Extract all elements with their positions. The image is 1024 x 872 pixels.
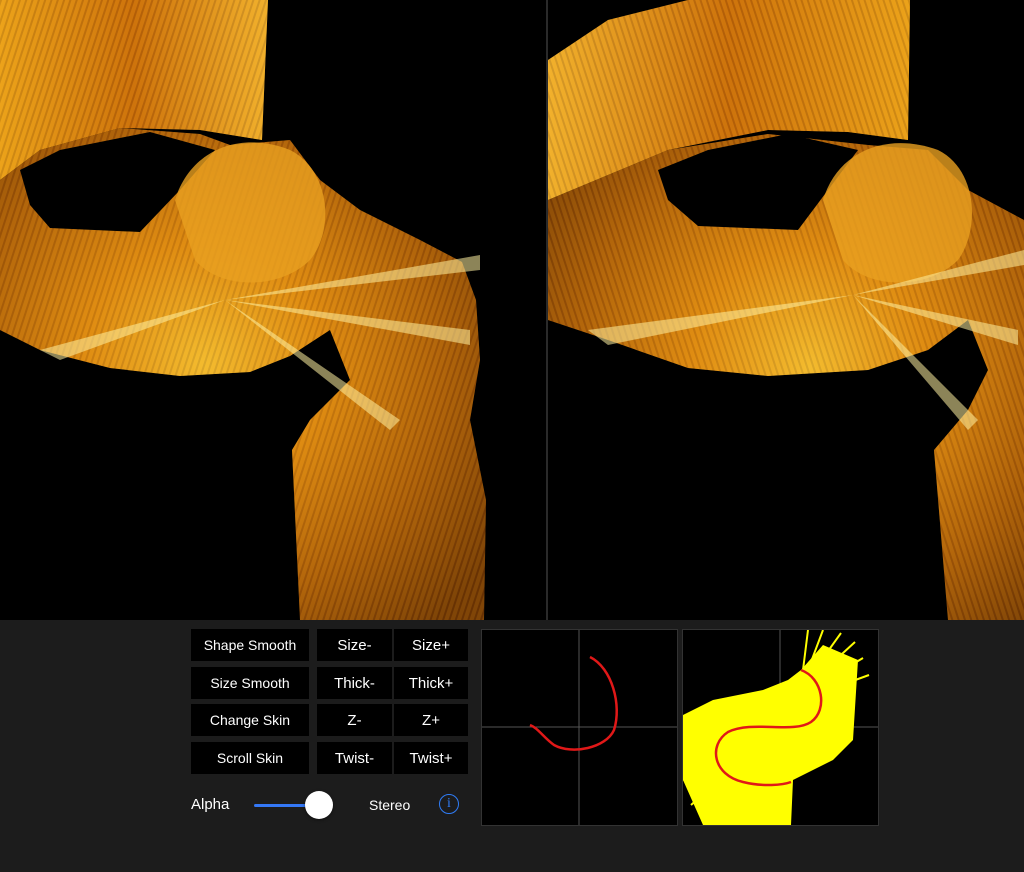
z-minus-button[interactable]: Z- xyxy=(317,704,392,736)
alpha-label: Alpha xyxy=(191,796,230,813)
shape-smooth-button[interactable]: Shape Smooth xyxy=(191,629,309,661)
size-smooth-button[interactable]: Size Smooth xyxy=(191,667,309,699)
skin-preview-canvas xyxy=(683,630,878,825)
info-icon[interactable]: i xyxy=(439,794,459,814)
z-plus-button[interactable]: Z+ xyxy=(394,704,468,736)
change-skin-button[interactable]: Change Skin xyxy=(191,704,309,736)
alpha-slider-thumb[interactable] xyxy=(304,791,333,819)
thick-plus-button[interactable]: Thick+ xyxy=(394,667,468,699)
twist-plus-button[interactable]: Twist+ xyxy=(394,742,468,774)
curve-editor-canvas xyxy=(482,630,677,825)
size-plus-button[interactable]: Size+ xyxy=(394,629,468,661)
path-curve[interactable] xyxy=(529,655,618,751)
sculpture-render-right xyxy=(548,0,1024,620)
skin-preview xyxy=(682,629,879,826)
stereo-toggle[interactable]: Stereo xyxy=(369,797,410,813)
twist-minus-button[interactable]: Twist- xyxy=(317,742,392,774)
stereo-view-left[interactable] xyxy=(0,0,546,620)
stereo-view-right[interactable] xyxy=(548,0,1024,620)
sculpture-render-left xyxy=(0,0,486,620)
thick-minus-button[interactable]: Thick- xyxy=(317,667,392,699)
curve-editor[interactable] xyxy=(481,629,678,826)
scroll-skin-button[interactable]: Scroll Skin xyxy=(191,742,309,774)
size-minus-button[interactable]: Size- xyxy=(317,629,392,661)
